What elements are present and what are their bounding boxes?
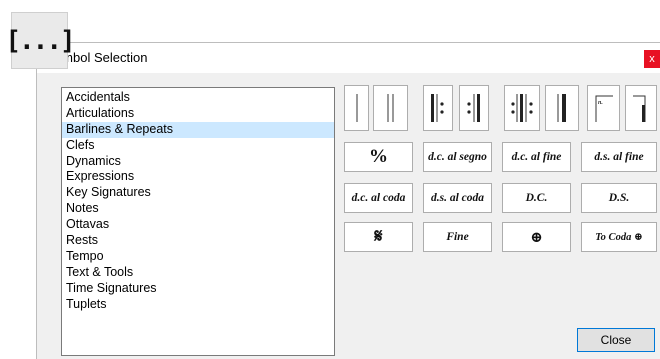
first-ending-button[interactable]: n. xyxy=(587,85,620,131)
app-icon-glyph: [...] xyxy=(5,25,75,56)
category-item[interactable]: Expressions xyxy=(62,169,334,185)
final-barline-icon xyxy=(557,94,566,122)
dc-al-coda-button[interactable]: d.c. al coda xyxy=(344,183,413,213)
ds-al-fine-button[interactable]: d.s. al fine xyxy=(581,142,657,172)
segno-icon: 𝄋 xyxy=(374,226,383,247)
start-repeat-icon xyxy=(431,94,444,122)
category-item[interactable]: Text & Tools xyxy=(62,265,334,281)
simile-label: % xyxy=(369,146,388,167)
ds-al-coda-label: d.s. al coda xyxy=(430,192,485,204)
double-barline-button[interactable] xyxy=(373,85,408,131)
dc-al-segno-button[interactable]: d.c. al segno xyxy=(423,142,492,172)
category-item[interactable]: Ottavas xyxy=(62,217,334,233)
symbol-selection-dialog: Symbol Selection x Accidentals Articulat… xyxy=(36,42,660,359)
second-ending-icon xyxy=(633,95,646,122)
dc-button[interactable]: D.C. xyxy=(502,183,571,213)
category-item-selected[interactable]: Barlines & Repeats xyxy=(62,121,334,138)
dc-label: D.C. xyxy=(525,192,548,204)
end-repeat-button[interactable] xyxy=(459,85,489,131)
title-bar: Symbol Selection x xyxy=(37,43,660,73)
ds-al-fine-label: d.s. al fine xyxy=(594,151,644,163)
single-barline-button[interactable] xyxy=(344,85,369,131)
category-item[interactable]: Notes xyxy=(62,201,334,217)
end-start-repeat-icon xyxy=(511,94,533,122)
to-coda-button[interactable]: To Coda ⊕ xyxy=(581,222,657,252)
category-list[interactable]: Accidentals Articulations Barlines & Rep… xyxy=(61,87,335,356)
close-button-label: Close xyxy=(600,333,632,347)
simile-button[interactable]: % xyxy=(344,142,413,172)
dc-al-coda-label: d.c. al coda xyxy=(351,192,406,204)
coda-button[interactable]: ⊕ xyxy=(502,222,571,252)
close-icon: x xyxy=(649,53,655,65)
start-repeat-button[interactable] xyxy=(423,85,453,131)
dc-al-fine-button[interactable]: d.c. al fine xyxy=(502,142,571,172)
category-item[interactable]: Tuplets xyxy=(62,297,334,313)
end-start-repeat-button[interactable] xyxy=(504,85,540,131)
close-button[interactable]: Close xyxy=(577,328,655,352)
ds-button[interactable]: D.S. xyxy=(581,183,657,213)
dc-al-fine-label: d.c. al fine xyxy=(511,151,562,163)
app-icon: [...] xyxy=(5,12,76,69)
category-item[interactable]: Clefs xyxy=(62,138,334,154)
category-item[interactable]: Tempo xyxy=(62,249,334,265)
ds-al-coda-button[interactable]: d.s. al coda xyxy=(423,183,492,213)
final-barline-button[interactable] xyxy=(545,85,579,131)
ds-label: D.S. xyxy=(608,192,630,204)
category-item[interactable]: Key Signatures xyxy=(62,185,334,201)
double-barline-icon xyxy=(387,94,393,122)
single-barline-icon xyxy=(356,94,357,122)
dc-al-segno-label: d.c. al segno xyxy=(428,151,487,163)
category-item[interactable]: Dynamics xyxy=(62,154,334,170)
category-item[interactable]: Accidentals xyxy=(62,90,334,106)
category-item[interactable]: Time Signatures xyxy=(62,281,334,297)
first-ending-icon: n. xyxy=(595,95,613,122)
second-ending-button[interactable] xyxy=(625,85,657,131)
coda-icon: ⊕ xyxy=(530,229,543,246)
fine-label: Fine xyxy=(446,231,469,243)
close-x-button[interactable]: x xyxy=(644,50,660,68)
fine-button[interactable]: Fine xyxy=(423,222,492,252)
category-item[interactable]: Articulations xyxy=(62,106,334,122)
category-item[interactable]: Rests xyxy=(62,233,334,249)
segno-button[interactable]: 𝄋 xyxy=(344,222,413,252)
svg-text:n.: n. xyxy=(598,100,603,106)
to-coda-label: To Coda ⊕ xyxy=(595,232,643,243)
end-repeat-icon xyxy=(467,94,480,122)
